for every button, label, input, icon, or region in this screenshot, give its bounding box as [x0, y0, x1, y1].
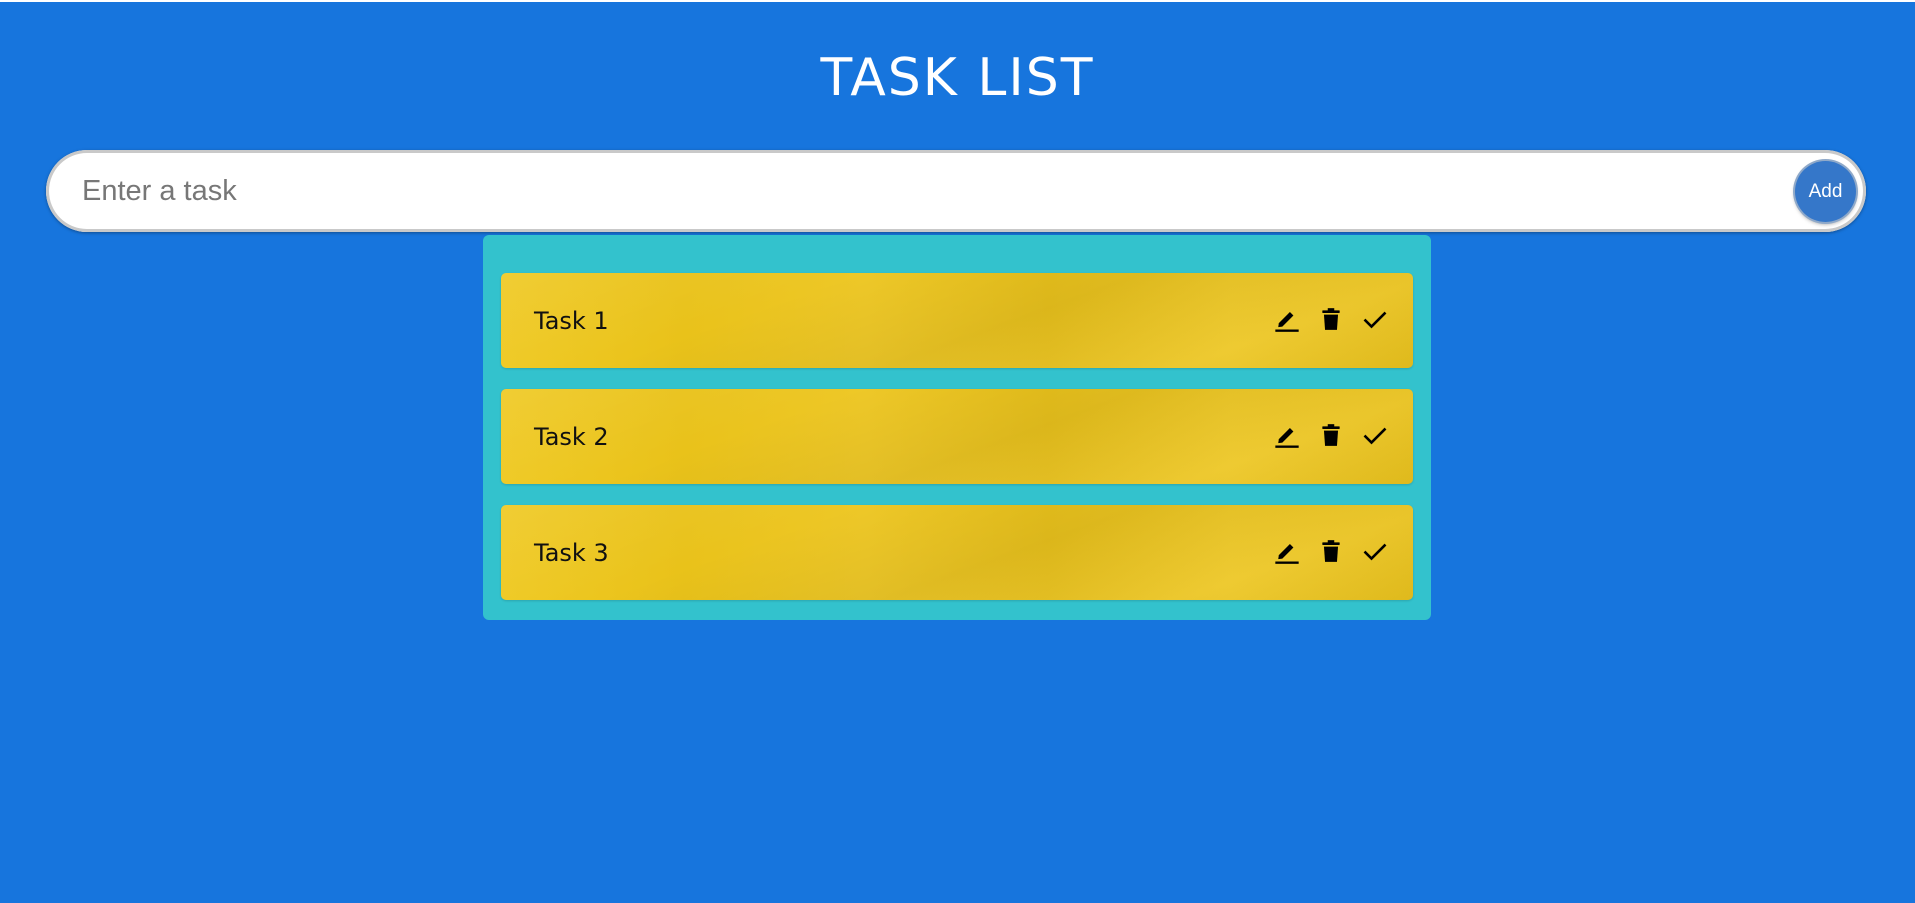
task-list: Task 1 Task 2 Task 3 — [483, 235, 1431, 620]
task-label: Task 3 — [534, 539, 609, 567]
task-item: Task 3 — [501, 505, 1413, 600]
page: TASK LIST Add Task 1 Task 2 — [0, 0, 1915, 903]
task-input[interactable] — [82, 165, 1782, 217]
task-actions — [1273, 417, 1389, 453]
add-button[interactable]: Add — [1795, 161, 1856, 222]
page-title: TASK LIST — [820, 48, 1095, 108]
task-input-bar: Add — [46, 150, 1866, 232]
delete-icon[interactable] — [1317, 535, 1345, 567]
task-label: Task 2 — [534, 423, 609, 451]
check-icon[interactable] — [1361, 419, 1389, 451]
delete-icon[interactable] — [1317, 419, 1345, 451]
task-label: Task 1 — [534, 307, 609, 335]
task-actions — [1273, 301, 1389, 337]
edit-icon[interactable] — [1273, 535, 1301, 567]
task-item: Task 2 — [501, 389, 1413, 484]
edit-icon[interactable] — [1273, 303, 1301, 335]
check-icon[interactable] — [1361, 535, 1389, 567]
task-actions — [1273, 533, 1389, 569]
edit-icon[interactable] — [1273, 419, 1301, 451]
delete-icon[interactable] — [1317, 303, 1345, 335]
task-item: Task 1 — [501, 273, 1413, 368]
check-icon[interactable] — [1361, 303, 1389, 335]
